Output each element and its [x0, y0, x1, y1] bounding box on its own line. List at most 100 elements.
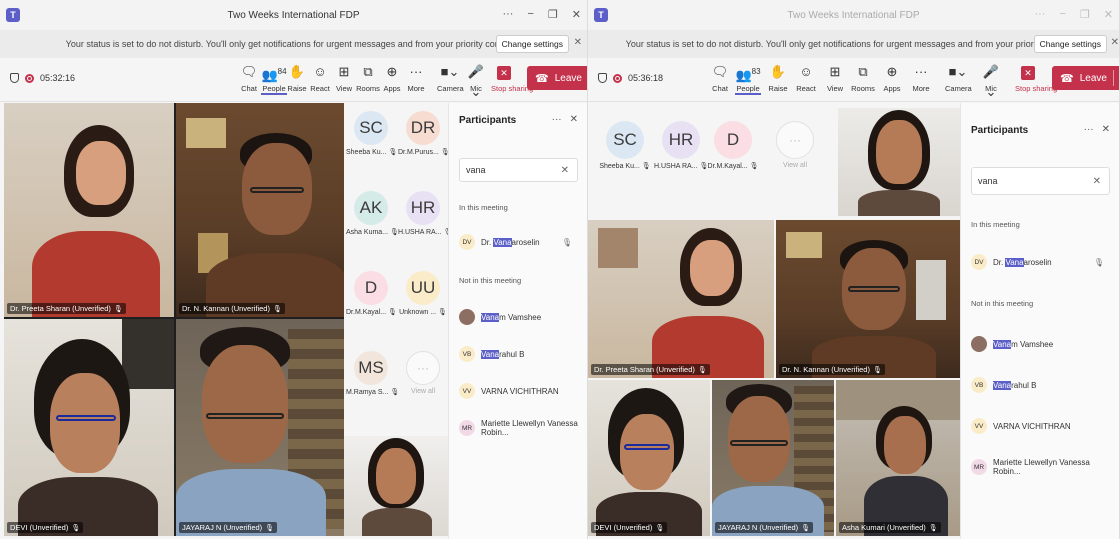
video-tile[interactable]	[838, 108, 960, 216]
restore-icon[interactable]: ❐	[548, 8, 558, 21]
chat-button[interactable]: 🗨 Chat	[236, 62, 262, 93]
shield-icon	[598, 73, 607, 83]
rooms-icon: ⧉	[363, 64, 373, 79]
rooms-button[interactable]: ⧉ Rooms	[850, 62, 876, 93]
ellipsis-icon: ···	[409, 64, 423, 79]
camera-button[interactable]: ■⌄ Camera	[437, 62, 464, 93]
participant-avatar[interactable]: HR H.USHA RA... 🎙	[398, 191, 452, 236]
view-button[interactable]: ⊞ View	[822, 62, 848, 93]
title-bar: T Two Weeks International FDP ··· − ❐ ✕	[0, 0, 587, 30]
apps-button[interactable]: ⊕ Apps	[879, 62, 905, 93]
participant-name: Dr. Vanaaroselin	[993, 257, 1052, 267]
participant-name: Dr. Vanaaroselin	[481, 237, 540, 247]
participant-avatar[interactable]: MS M.Ramya S... 🎙	[346, 351, 399, 396]
stop-sharing-button[interactable]: ✕ Stop sharing	[491, 62, 533, 93]
change-settings-button[interactable]: Change settings	[495, 35, 569, 53]
video-tile[interactable]: JAYARAJ N (Unverified) 🎙	[712, 380, 834, 536]
participant-row[interactable]: VV VARNA VICHITHRAN	[459, 380, 578, 402]
grid-icon: ⊞	[829, 64, 841, 79]
clear-search-icon[interactable]: ✕	[1093, 176, 1101, 187]
people-button[interactable]: 👥83 People	[735, 62, 761, 95]
mic-button[interactable]: 🎤⌄ Mic	[463, 62, 489, 99]
react-button[interactable]: ☺ React	[307, 62, 333, 93]
close-icon[interactable]: ✕	[572, 8, 581, 21]
participant-row[interactable]: VV VARNA VICHITHRAN	[971, 415, 1110, 437]
rooms-button[interactable]: ⧉ Rooms	[355, 62, 381, 93]
video-tile[interactable]: Asha Kumari (Unverified) 🎙	[836, 380, 960, 536]
participant-search-input[interactable]: vana ✕	[459, 158, 578, 182]
video-tile[interactable]: Dr. N. Kannan (Unverified) 🎙	[176, 103, 344, 317]
participant-name: Dr. Preeta Sharan (Unverified) 🎙	[591, 364, 710, 375]
avatar-initials: DR	[406, 111, 440, 145]
participant-row[interactable]: VB Vanarahul B	[459, 343, 578, 365]
raise-hand-button[interactable]: ✋ Raise	[765, 62, 791, 93]
hand-icon: ✋	[769, 64, 787, 79]
video-tile[interactable]: Dr. Preeta Sharan (Unverified) 🎙	[588, 220, 774, 378]
participant-avatar: VV	[971, 418, 987, 434]
participant-avatar[interactable]: D Dr.M.Kayal... 🎙	[346, 271, 397, 316]
panel-close-icon[interactable]: ✕	[1102, 124, 1110, 135]
minimize-icon[interactable]: −	[527, 8, 533, 21]
video-tile[interactable]: DEVI (Unverified) 🎙	[588, 380, 710, 536]
panel-more-icon[interactable]: ···	[1084, 124, 1094, 135]
participant-avatar[interactable]: SC Sheeba Ku... 🎙	[346, 111, 397, 156]
participant-row[interactable]: MR Mariette Llewellyn Vanessa Robin...	[459, 417, 578, 439]
leave-button[interactable]: ☎ Leave ⌄	[1052, 66, 1119, 90]
mic-off-icon: 🎙	[265, 525, 275, 532]
participant-avatar: MR	[459, 420, 475, 436]
mic-button[interactable]: 🎤⌄ Mic	[978, 62, 1004, 99]
react-button[interactable]: ☺ React	[793, 62, 819, 93]
more-options-icon[interactable]: ···	[502, 8, 513, 21]
mic-off-icon: 🎙	[561, 237, 572, 247]
participant-row[interactable]: Vanam Vamshee	[459, 306, 578, 328]
avatar-initials: D	[354, 271, 388, 305]
clear-search-icon[interactable]: ✕	[561, 165, 569, 176]
participant-row[interactable]: Vanam Vamshee	[971, 333, 1110, 355]
restore-icon[interactable]: ❐	[1080, 8, 1090, 21]
video-tile[interactable]: Dr. N. Kannan (Unverified) 🎙	[776, 220, 960, 378]
participant-avatar[interactable]: UU Unknown ... 🎙	[398, 271, 448, 316]
phone-icon: ☎	[535, 72, 549, 85]
ellipsis-icon: ···	[406, 351, 440, 385]
video-tile[interactable]	[344, 436, 448, 536]
in-meeting-heading: In this meeting	[971, 220, 1020, 229]
dismiss-banner-icon[interactable]: ✕	[1111, 37, 1119, 48]
stop-sharing-button[interactable]: ✕ Stop sharing	[1015, 62, 1057, 93]
participant-name: Vanam Vamshee	[481, 312, 542, 322]
more-button[interactable]: ··· More	[908, 62, 934, 93]
participant-avatar[interactable]: DR Dr.M.Purus... 🎙	[398, 111, 450, 156]
participant-row[interactable]: DV Dr. Vanaaroselin 🎙	[459, 231, 578, 253]
change-settings-button[interactable]: Change settings	[1033, 35, 1107, 53]
view-button[interactable]: ⊞ View	[331, 62, 357, 93]
video-tile[interactable]: Dr. Preeta Sharan (Unverified) 🎙	[4, 103, 174, 317]
shield-icon	[10, 73, 19, 83]
participant-row[interactable]: VB Vanarahul B	[971, 374, 1110, 396]
participant-avatar[interactable]: AK Asha Kuma... 🎙	[346, 191, 399, 236]
dismiss-banner-icon[interactable]: ✕	[574, 37, 582, 48]
title-bar: T Two Weeks International FDP ··· − ❐ ✕	[588, 0, 1119, 30]
meeting-timer: 05:36:18	[628, 73, 664, 83]
minimize-icon[interactable]: −	[1059, 8, 1065, 21]
participant-name: Dr. Preeta Sharan (Unverified) 🎙	[7, 303, 126, 314]
participants-panel: Participants ··· ✕ vana ✕ In this meeting…	[960, 103, 1119, 539]
participant-row[interactable]: MR Mariette Llewellyn Vanessa Robin...	[971, 456, 1110, 478]
participant-search-input[interactable]: vana ✕	[971, 167, 1110, 195]
close-icon[interactable]: ✕	[1104, 8, 1113, 21]
view-all-button[interactable]: ··· View all	[398, 351, 448, 395]
ellipsis-icon: ···	[914, 64, 928, 79]
panel-close-icon[interactable]: ✕	[570, 114, 578, 125]
participants-panel: Participants ··· ✕ vana ✕ In this meeting…	[448, 103, 587, 539]
panel-title: Participants	[971, 125, 1029, 136]
participant-avatar	[971, 336, 987, 352]
camera-button[interactable]: ■⌄ Camera	[945, 62, 972, 93]
apps-button[interactable]: ⊕ Apps	[379, 62, 405, 93]
more-button[interactable]: ··· More	[403, 62, 429, 93]
chat-button[interactable]: 🗨 Chat	[707, 62, 733, 93]
panel-more-icon[interactable]: ···	[552, 114, 562, 125]
dnd-banner: Your status is set to do not disturb. Yo…	[588, 30, 1119, 58]
video-tile[interactable]: DEVI (Unverified) 🎙	[4, 319, 174, 536]
participant-row[interactable]: DV Dr. Vanaaroselin 🎙	[971, 251, 1110, 273]
video-tile[interactable]: JAYARAJ N (Unverified) 🎙	[176, 319, 344, 536]
leave-button[interactable]: ☎ Leave ⌄	[527, 66, 587, 90]
more-options-icon[interactable]: ···	[1034, 8, 1045, 21]
